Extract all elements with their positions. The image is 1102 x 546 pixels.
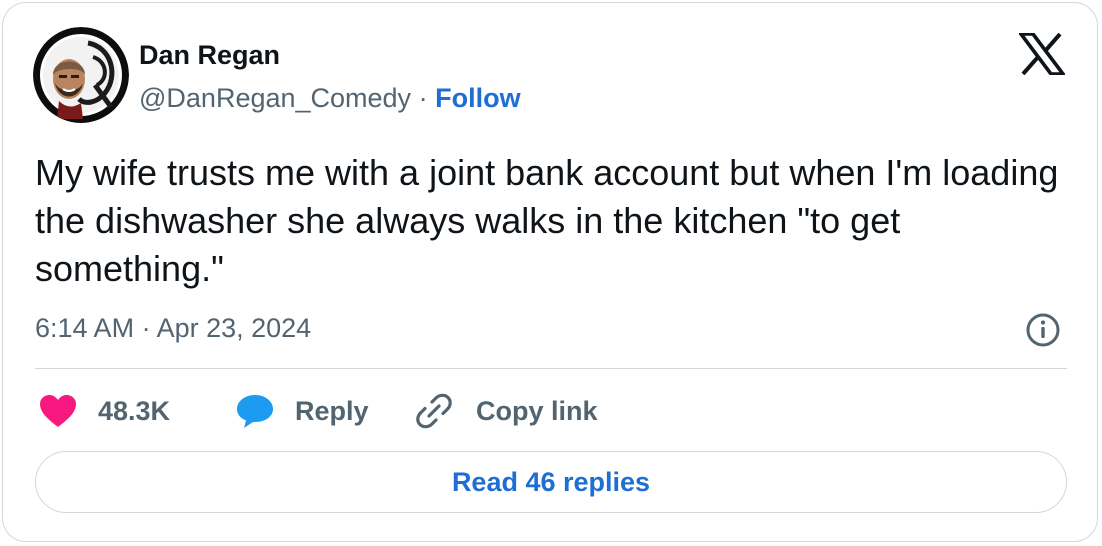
separator-dot: · [418, 83, 428, 113]
author-handle-row: @DanRegan_Comedy · Follow [139, 81, 521, 115]
tweet-timestamp[interactable]: 6:14 AM · Apr 23, 2024 [35, 311, 311, 345]
author-handle[interactable]: @DanRegan_Comedy [139, 83, 411, 113]
read-replies-label: Read 46 replies [451, 466, 651, 497]
read-replies-button[interactable]: Read 46 replies [35, 451, 1067, 513]
divider [35, 368, 1067, 369]
copy-link-button[interactable]: Copy link [416, 391, 598, 431]
link-icon [416, 393, 452, 429]
like-count: 48.3K [98, 395, 171, 426]
speech-bubble-icon [235, 393, 275, 429]
reply-button[interactable]: Reply [235, 391, 369, 431]
reply-label: Reply [295, 395, 369, 426]
follow-button[interactable]: Follow [435, 83, 520, 113]
tweet-text: My wife trusts me with a joint bank acco… [35, 152, 1059, 289]
info-icon[interactable] [1025, 312, 1061, 348]
avatar[interactable] [33, 27, 129, 123]
copy-link-label: Copy link [476, 395, 598, 426]
heart-icon [39, 394, 77, 428]
tweet-card: Dan Regan @DanRegan_Comedy · Follow My w… [2, 2, 1098, 542]
author-name[interactable]: Dan Regan [139, 39, 280, 71]
like-button[interactable]: 48.3K [39, 391, 170, 431]
x-logo-icon[interactable] [1017, 32, 1067, 76]
